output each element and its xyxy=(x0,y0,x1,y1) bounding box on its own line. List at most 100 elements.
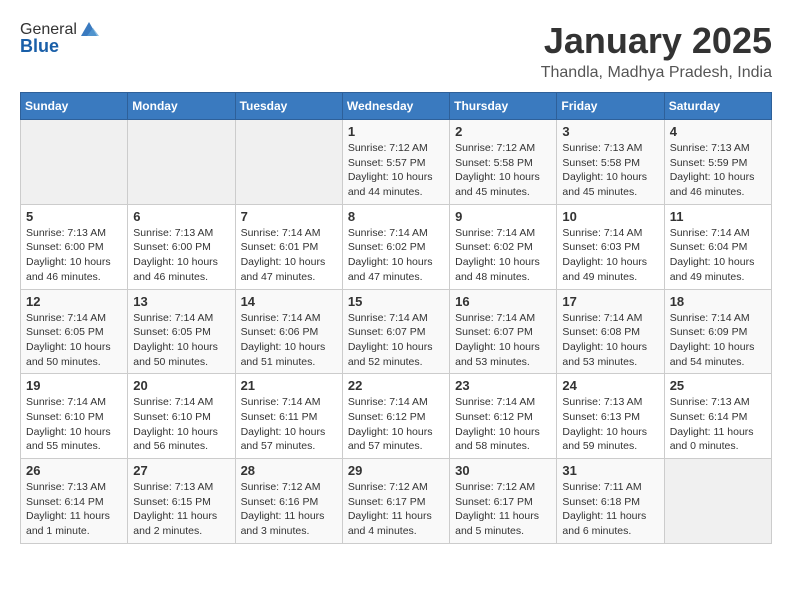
weekday-header: Saturday xyxy=(664,93,771,120)
calendar-cell: 20Sunrise: 7:14 AM Sunset: 6:10 PM Dayli… xyxy=(128,374,235,459)
weekday-header: Wednesday xyxy=(342,93,449,120)
calendar-cell: 27 Sunrise: 7:13 AM Sunset: 6:15 PM Dayli… xyxy=(128,459,235,544)
day-info: Sunrise: 7:14 AM Sunset: 6:04 PM Dayligh… xyxy=(670,226,766,285)
calendar-cell: 21Sunrise: 7:14 AM Sunset: 6:11 PM Dayli… xyxy=(235,374,342,459)
day-info: Sunrise: 7:13 AM Sunset: 6:15 PM Dayligh… xyxy=(133,480,229,539)
calendar-cell: 25 Sunrise: 7:13 AM Sunset: 6:14 PM Dayli… xyxy=(664,374,771,459)
calendar-cell: 24 Sunrise: 7:13 AM Sunset: 6:13 PM Dayli… xyxy=(557,374,664,459)
day-number: 4 xyxy=(670,124,766,139)
day-number: 2 xyxy=(455,124,551,139)
weekday-header: Thursday xyxy=(450,93,557,120)
day-info: Sunrise: 7:14 AM Sunset: 6:10 PM Dayligh… xyxy=(26,395,122,454)
calendar-cell: 9 Sunrise: 7:14 AM Sunset: 6:02 PM Daylig… xyxy=(450,204,557,289)
day-info: Sunrise: 7:14 AM Sunset: 6:02 PM Dayligh… xyxy=(348,226,444,285)
day-number: 19 xyxy=(26,378,122,393)
weekday-header: Tuesday xyxy=(235,93,342,120)
calendar-cell: 22Sunrise: 7:14 AM Sunset: 6:12 PM Dayli… xyxy=(342,374,449,459)
weekday-header-row: SundayMondayTuesdayWednesdayThursdayFrid… xyxy=(21,93,772,120)
calendar-cell: 26 Sunrise: 7:13 AM Sunset: 6:14 PM Dayli… xyxy=(21,459,128,544)
day-info: Sunrise: 7:14 AM Sunset: 6:07 PM Dayligh… xyxy=(348,311,444,370)
day-number: 9 xyxy=(455,209,551,224)
weekday-header: Friday xyxy=(557,93,664,120)
calendar-cell: 30 Sunrise: 7:12 AM Sunset: 6:17 PM Dayli… xyxy=(450,459,557,544)
calendar-cell: 29 Sunrise: 7:12 AM Sunset: 6:17 PM Dayli… xyxy=(342,459,449,544)
day-info: Sunrise: 7:13 AM Sunset: 6:13 PM Dayligh… xyxy=(562,395,658,454)
calendar-week-row: 19 Sunrise: 7:14 AM Sunset: 6:10 PM Dayli… xyxy=(21,374,772,459)
calendar-cell: 17 Sunrise: 7:14 AM Sunset: 6:08 PM Dayli… xyxy=(557,289,664,374)
day-info: Sunrise: 7:14 AM Sunset: 6:11 PM Dayligh… xyxy=(241,395,337,454)
calendar-cell: 13 Sunrise: 7:14 AM Sunset: 6:05 PM Dayli… xyxy=(128,289,235,374)
day-info: Sunrise: 7:14 AM Sunset: 6:02 PM Dayligh… xyxy=(455,226,551,285)
day-info: Sunrise: 7:14 AM Sunset: 6:03 PM Dayligh… xyxy=(562,226,658,285)
day-info: Sunrise: 7:13 AM Sunset: 6:14 PM Dayligh… xyxy=(26,480,122,539)
calendar-cell: 11Sunrise: 7:14 AM Sunset: 6:04 PM Dayli… xyxy=(664,204,771,289)
calendar-cell: 31Sunrise: 7:11 AM Sunset: 6:18 PM Dayli… xyxy=(557,459,664,544)
day-number: 3 xyxy=(562,124,658,139)
day-info: Sunrise: 7:14 AM Sunset: 6:08 PM Dayligh… xyxy=(562,311,658,370)
day-info: Sunrise: 7:13 AM Sunset: 5:59 PM Dayligh… xyxy=(670,141,766,200)
location-subtitle: Thandla, Madhya Pradesh, India xyxy=(541,64,772,82)
day-number: 29 xyxy=(348,463,444,478)
day-info: Sunrise: 7:14 AM Sunset: 6:06 PM Dayligh… xyxy=(241,311,337,370)
day-number: 23 xyxy=(455,378,551,393)
calendar-cell xyxy=(21,120,128,205)
day-number: 26 xyxy=(26,463,122,478)
day-number: 7 xyxy=(241,209,337,224)
calendar-cell: 12Sunrise: 7:14 AM Sunset: 6:05 PM Dayli… xyxy=(21,289,128,374)
weekday-header: Monday xyxy=(128,93,235,120)
day-info: Sunrise: 7:13 AM Sunset: 6:14 PM Dayligh… xyxy=(670,395,766,454)
calendar-cell: 28 Sunrise: 7:12 AM Sunset: 6:16 PM Dayli… xyxy=(235,459,342,544)
day-number: 13 xyxy=(133,294,229,309)
day-info: Sunrise: 7:14 AM Sunset: 6:07 PM Dayligh… xyxy=(455,311,551,370)
day-number: 17 xyxy=(562,294,658,309)
day-info: Sunrise: 7:13 AM Sunset: 6:00 PM Dayligh… xyxy=(133,226,229,285)
day-number: 16 xyxy=(455,294,551,309)
day-info: Sunrise: 7:14 AM Sunset: 6:12 PM Dayligh… xyxy=(455,395,551,454)
day-number: 25 xyxy=(670,378,766,393)
day-number: 15 xyxy=(348,294,444,309)
calendar-cell: 1Sunrise: 7:12 AM Sunset: 5:57 PM Daylig… xyxy=(342,120,449,205)
day-info: Sunrise: 7:13 AM Sunset: 6:00 PM Dayligh… xyxy=(26,226,122,285)
logo: General Blue xyxy=(20,20,99,57)
day-number: 6 xyxy=(133,209,229,224)
calendar-cell: 15 Sunrise: 7:14 AM Sunset: 6:07 PM Dayli… xyxy=(342,289,449,374)
calendar-week-row: 1Sunrise: 7:12 AM Sunset: 5:57 PM Daylig… xyxy=(21,120,772,205)
day-info: Sunrise: 7:14 AM Sunset: 6:05 PM Dayligh… xyxy=(133,311,229,370)
day-number: 28 xyxy=(241,463,337,478)
page-header: General Blue January 2025 Thandla, Madhy… xyxy=(20,20,772,82)
calendar-week-row: 5Sunrise: 7:13 AM Sunset: 6:00 PM Daylig… xyxy=(21,204,772,289)
day-number: 1 xyxy=(348,124,444,139)
calendar-cell xyxy=(128,120,235,205)
day-info: Sunrise: 7:12 AM Sunset: 6:17 PM Dayligh… xyxy=(348,480,444,539)
calendar-cell xyxy=(235,120,342,205)
day-number: 24 xyxy=(562,378,658,393)
calendar-cell: 5Sunrise: 7:13 AM Sunset: 6:00 PM Daylig… xyxy=(21,204,128,289)
day-info: Sunrise: 7:14 AM Sunset: 6:01 PM Dayligh… xyxy=(241,226,337,285)
calendar-cell: 3 Sunrise: 7:13 AM Sunset: 5:58 PM Daylig… xyxy=(557,120,664,205)
calendar-cell: 10 Sunrise: 7:14 AM Sunset: 6:03 PM Dayli… xyxy=(557,204,664,289)
calendar-cell: 19 Sunrise: 7:14 AM Sunset: 6:10 PM Dayli… xyxy=(21,374,128,459)
day-number: 10 xyxy=(562,209,658,224)
day-number: 22 xyxy=(348,378,444,393)
day-info: Sunrise: 7:14 AM Sunset: 6:09 PM Dayligh… xyxy=(670,311,766,370)
calendar-cell: 18 Sunrise: 7:14 AM Sunset: 6:09 PM Dayli… xyxy=(664,289,771,374)
day-info: Sunrise: 7:12 AM Sunset: 6:16 PM Dayligh… xyxy=(241,480,337,539)
calendar-cell: 16 Sunrise: 7:14 AM Sunset: 6:07 PM Dayli… xyxy=(450,289,557,374)
calendar-week-row: 26 Sunrise: 7:13 AM Sunset: 6:14 PM Dayli… xyxy=(21,459,772,544)
day-number: 12 xyxy=(26,294,122,309)
title-block: January 2025 Thandla, Madhya Pradesh, In… xyxy=(541,20,772,82)
logo-icon xyxy=(79,20,99,40)
day-number: 31 xyxy=(562,463,658,478)
calendar-cell: 4 Sunrise: 7:13 AM Sunset: 5:59 PM Daylig… xyxy=(664,120,771,205)
calendar-cell: 14Sunrise: 7:14 AM Sunset: 6:06 PM Dayli… xyxy=(235,289,342,374)
month-title: January 2025 xyxy=(541,20,772,62)
calendar-week-row: 12 Sunrise: 7:14 AM Sunset: 6:05 PM Dayli… xyxy=(21,289,772,374)
day-number: 27 xyxy=(133,463,229,478)
calendar-cell: 23 Sunrise: 7:14 AM Sunset: 6:12 PM Dayli… xyxy=(450,374,557,459)
day-number: 18 xyxy=(670,294,766,309)
day-info: Sunrise: 7:12 AM Sunset: 6:17 PM Dayligh… xyxy=(455,480,551,539)
calendar-table: SundayMondayTuesdayWednesdayThursdayFrid… xyxy=(20,92,772,544)
day-info: Sunrise: 7:13 AM Sunset: 5:58 PM Dayligh… xyxy=(562,141,658,200)
day-number: 8 xyxy=(348,209,444,224)
day-number: 30 xyxy=(455,463,551,478)
